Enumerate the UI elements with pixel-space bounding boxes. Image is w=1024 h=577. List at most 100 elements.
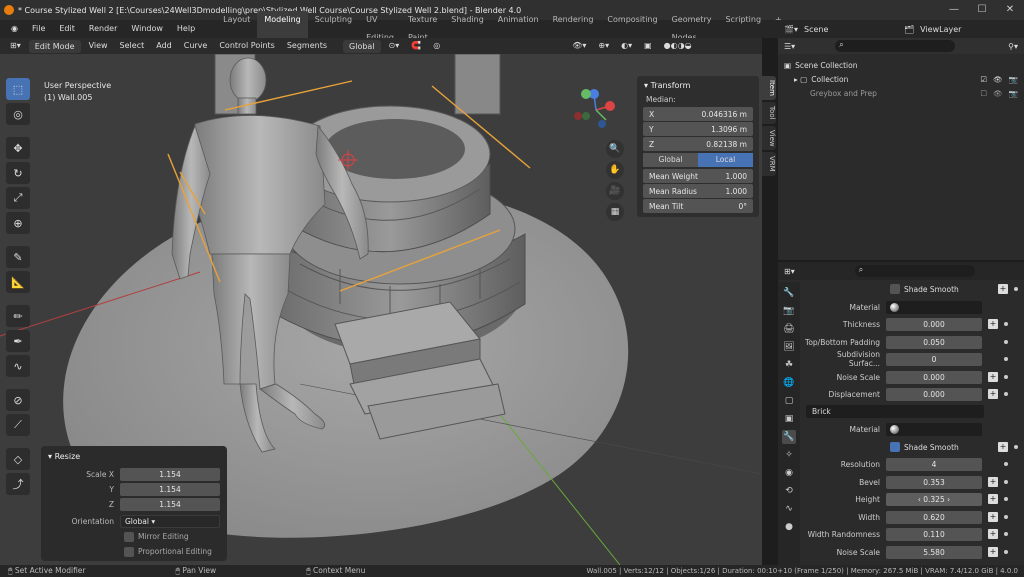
- subdivision-field[interactable]: 0: [886, 352, 982, 366]
- width-field[interactable]: 0.620: [886, 510, 982, 524]
- resize-header[interactable]: ▾ Resize: [44, 449, 224, 467]
- visibility-icon[interactable]: 👁▾: [566, 38, 592, 54]
- render-icon[interactable]: 📷: [782, 304, 796, 318]
- scale-z-field[interactable]: 1.154: [120, 498, 220, 511]
- rotate-icon[interactable]: ↻: [6, 162, 30, 184]
- view-layer-name[interactable]: ViewLayer: [920, 25, 961, 34]
- snap-icon[interactable]: 🧲: [405, 38, 427, 54]
- tab-vrm[interactable]: VRM: [762, 152, 776, 176]
- scale-icon[interactable]: ⤢: [6, 187, 30, 209]
- display-mode-icon[interactable]: ☰▾: [784, 42, 795, 51]
- median-y-field[interactable]: Y 1.3096 m: [643, 122, 753, 136]
- blender-menu-icon[interactable]: ◉: [4, 20, 25, 38]
- tilt-icon[interactable]: ⟋: [6, 414, 30, 436]
- noise-scale-field[interactable]: 0.000: [886, 370, 982, 384]
- gizmo-icon[interactable]: ⊕▾: [592, 38, 615, 54]
- randomize-icon[interactable]: ◇: [6, 448, 30, 470]
- menu-render[interactable]: Render: [82, 20, 124, 38]
- tab-item[interactable]: Item: [762, 76, 776, 100]
- view-layer-icon[interactable]: 🗂: [904, 25, 914, 34]
- mirror-editing-checkbox[interactable]: Mirror Editing: [44, 529, 224, 544]
- mean-tilt-field[interactable]: Mean Tilt 0°: [643, 199, 753, 213]
- object-icon[interactable]: ▣: [782, 412, 796, 426]
- scene-collection-row[interactable]: ▣ Scene Collection: [784, 58, 1018, 72]
- scale-y-field[interactable]: 1.154: [120, 483, 220, 496]
- menu-control-points[interactable]: Control Points: [213, 38, 281, 54]
- visibility-checkbox[interactable]: ☐: [980, 89, 987, 98]
- curve-icon[interactable]: ∿: [6, 355, 30, 377]
- eye-icon[interactable]: 👁: [993, 89, 1003, 98]
- proportional-editing-checkbox[interactable]: Proportional Editing: [44, 544, 224, 559]
- pen-icon[interactable]: ✒: [6, 330, 30, 352]
- close-button[interactable]: ✕: [996, 0, 1024, 20]
- brick-noise-scale-field[interactable]: 5.580: [886, 545, 982, 559]
- editor-type-icon[interactable]: ⊞▾: [784, 267, 795, 276]
- mean-radius-field[interactable]: Mean Radius 1.000: [643, 184, 753, 198]
- eye-icon[interactable]: 👁: [993, 75, 1003, 84]
- zoom-icon[interactable]: 🔍: [606, 140, 624, 158]
- view-layer-icon[interactable]: 🖼: [782, 340, 796, 354]
- xray-icon[interactable]: ▣: [638, 38, 658, 54]
- scene-icon[interactable]: 🎬▾: [784, 25, 798, 34]
- width-randomness-field[interactable]: 0.110: [886, 527, 982, 541]
- menu-select[interactable]: Select: [114, 38, 151, 54]
- menu-curve[interactable]: Curve: [178, 38, 214, 54]
- local-toggle[interactable]: Local: [698, 153, 753, 167]
- camera-render-icon[interactable]: 📷: [1009, 75, 1018, 84]
- transform-header[interactable]: ▾ Transform: [640, 79, 756, 92]
- height-field[interactable]: ‹ 0.325 ›: [886, 492, 982, 506]
- collection-row[interactable]: ▸ ▢ Collection ☑ 👁 📷: [784, 72, 1018, 86]
- greybox-row[interactable]: Greybox and Prep ☐ 👁 📷: [784, 86, 1018, 100]
- maximize-button[interactable]: ☐: [968, 0, 996, 20]
- proportional-icon[interactable]: ◎: [427, 38, 446, 54]
- brick-material-selector[interactable]: [886, 422, 982, 436]
- modifier-wrench-icon[interactable]: 🔧: [782, 430, 796, 444]
- global-toggle[interactable]: Global: [643, 153, 698, 167]
- mean-weight-field[interactable]: Mean Weight 1.000: [643, 169, 753, 183]
- displacement-field[interactable]: 0.000: [886, 387, 982, 401]
- material-icon[interactable]: ●: [782, 520, 796, 534]
- mode-dropdown[interactable]: Edit Mode: [28, 39, 81, 53]
- physics-icon[interactable]: ◉: [782, 466, 796, 480]
- pan-hand-icon[interactable]: ✋: [606, 161, 624, 179]
- scene-name[interactable]: Scene: [804, 25, 904, 34]
- ortho-grid-icon[interactable]: ▦: [606, 203, 624, 221]
- particles-icon[interactable]: ✧: [782, 448, 796, 462]
- visibility-checkbox[interactable]: ☑: [980, 75, 987, 84]
- world-icon[interactable]: 🌐: [782, 376, 796, 390]
- editor-type-icon[interactable]: ⊞▾: [4, 38, 27, 54]
- move-icon[interactable]: ✥: [6, 137, 30, 159]
- shade-smooth-row[interactable]: Shade Smooth +: [804, 282, 1018, 296]
- menu-edit[interactable]: Edit: [52, 20, 82, 38]
- thickness-field[interactable]: 0.000: [886, 317, 982, 331]
- properties-search[interactable]: ⌕: [854, 265, 975, 277]
- menu-file[interactable]: File: [25, 20, 52, 38]
- shading-solid-icon[interactable]: ●◐◑◒: [658, 38, 698, 54]
- extrude-icon[interactable]: ⤴: [6, 473, 30, 495]
- menu-add[interactable]: Add: [150, 38, 178, 54]
- tool-settings-icon[interactable]: 🔧: [782, 286, 796, 300]
- measure-icon[interactable]: 📐: [6, 271, 30, 293]
- camera-render-icon[interactable]: 📷: [1009, 89, 1018, 98]
- collection-icon[interactable]: ▢: [782, 394, 796, 408]
- constraints-icon[interactable]: ⟲: [782, 484, 796, 498]
- select-box-icon[interactable]: ⬚: [6, 78, 30, 100]
- brick-section-header[interactable]: Brick: [806, 405, 984, 418]
- minimize-button[interactable]: —: [940, 0, 968, 20]
- filter-icon[interactable]: ⚲▾: [1008, 42, 1018, 51]
- data-icon[interactable]: ∿: [782, 502, 796, 516]
- material-selector[interactable]: [886, 300, 982, 314]
- tab-view[interactable]: View: [762, 125, 776, 151]
- transform-icon[interactable]: ⊕: [6, 212, 30, 234]
- menu-window[interactable]: Window: [124, 20, 170, 38]
- orientation-select[interactable]: Global ▾: [120, 515, 220, 528]
- resolution-field[interactable]: 4: [886, 457, 982, 471]
- camera-icon[interactable]: 🎥: [606, 182, 624, 200]
- median-z-field[interactable]: Z 0.82138 m: [643, 137, 753, 151]
- median-x-field[interactable]: X 0.046316 m: [643, 107, 753, 121]
- overlay-icon[interactable]: ◐▾: [615, 38, 638, 54]
- bevel-field[interactable]: 0.353: [886, 475, 982, 489]
- padding-field[interactable]: 0.050: [886, 335, 982, 349]
- pivot-icon[interactable]: ⊙▾: [383, 38, 406, 54]
- search-field[interactable]: ⌕: [835, 40, 956, 52]
